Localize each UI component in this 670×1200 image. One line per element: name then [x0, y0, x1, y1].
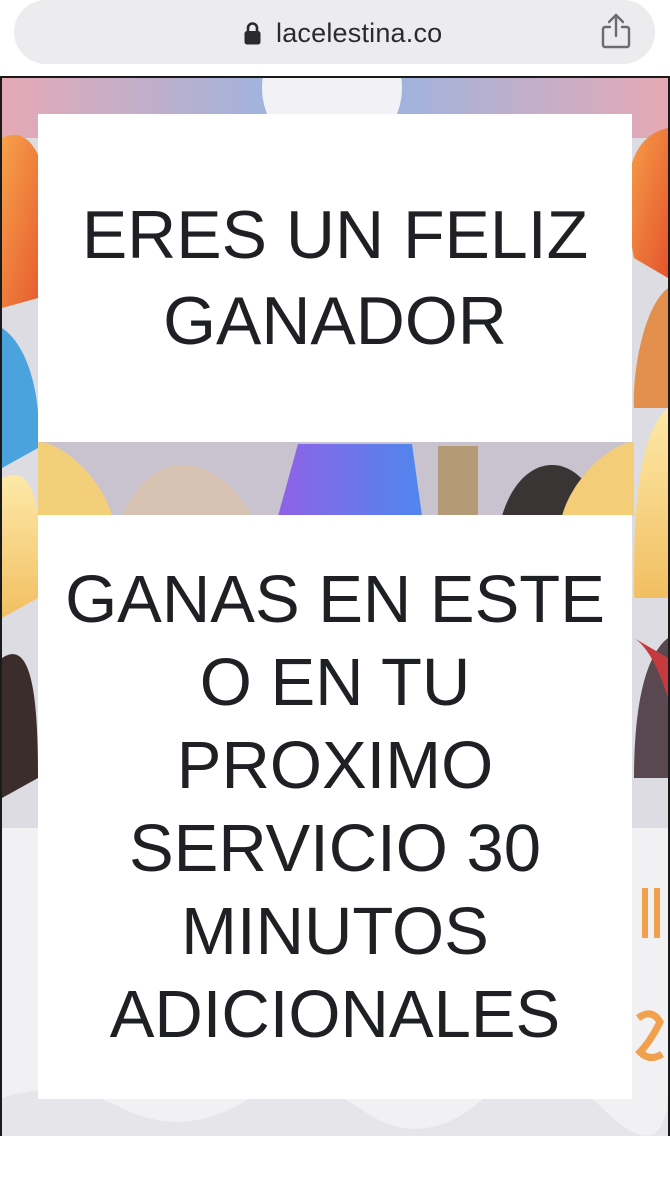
web-page: ERES UN FELIZ GANADOR GANAS EN ESTE O EN… [0, 76, 670, 1200]
prize-message: GANAS EN ESTE O EN TU PROXIMO SERVICIO 3… [65, 562, 605, 1052]
lock-icon [244, 22, 261, 45]
share-icon[interactable] [600, 12, 632, 50]
browser-toolbar: lacelestina.co [0, 0, 670, 76]
winner-headline: ERES UN FELIZ GANADOR [81, 197, 589, 359]
url-text: lacelestina.co [276, 18, 443, 48]
winner-headline-box: ERES UN FELIZ GANADOR [38, 114, 632, 442]
prize-message-box: GANAS EN ESTE O EN TU PROXIMO SERVICIO 3… [38, 515, 632, 1099]
address-bar[interactable]: lacelestina.co [14, 0, 655, 64]
frame-border-left [0, 78, 2, 1136]
